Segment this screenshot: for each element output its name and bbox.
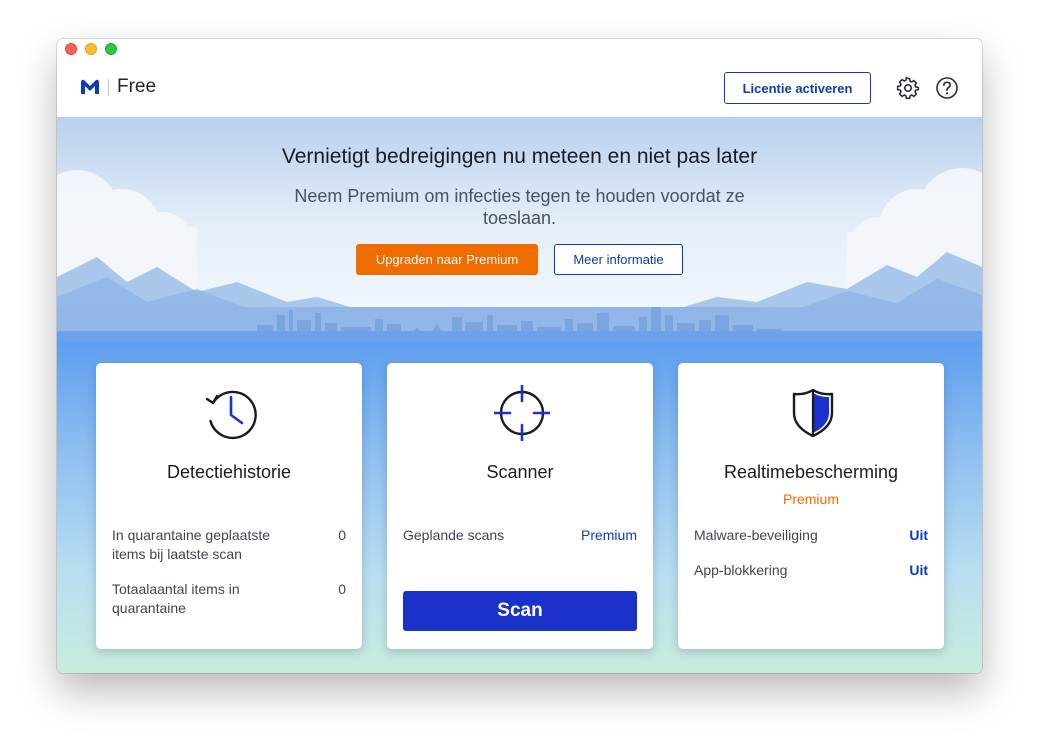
app-blocking-toggle[interactable]: Uit (909, 561, 928, 580)
row-value: 0 (338, 527, 346, 543)
upgrade-premium-button[interactable]: Upgraden naar Premium (356, 244, 538, 275)
scanner-title: Scanner (486, 462, 554, 482)
row-value: 0 (338, 581, 346, 597)
help-icon[interactable] (935, 76, 959, 100)
row-label: App-blokkering (694, 562, 788, 578)
window-minimize-button[interactable] (85, 43, 97, 55)
realtime-protection-title: Realtimebescherming (723, 462, 899, 482)
quarantine-total-row: Totaalaantal items in quarantaine 0 (112, 580, 346, 618)
scheduled-scans-row: Geplande scans Premium (403, 526, 637, 545)
scheduled-scans-premium-link[interactable]: Premium (581, 526, 637, 545)
app-window: Free Licentie activeren Vernietigt bedre… (57, 39, 982, 673)
quarantine-last-scan-row: In quarantaine geplaatste items bij laat… (112, 526, 346, 564)
promo-subtitle: Neem Premium om infecties tegen te houde… (294, 186, 745, 228)
row-label: Malware-beveiliging (694, 527, 818, 543)
promo-banner: Vernietigt bedreigingen nu meteen en nie… (57, 117, 982, 341)
scan-button[interactable]: Scan (403, 591, 637, 631)
malware-protection-row: Malware-beveiliging Uit (694, 526, 928, 545)
edition-label: Free (117, 76, 157, 97)
more-info-button[interactable]: Meer informatie (554, 244, 683, 275)
realtime-premium-label: Premium (782, 491, 839, 507)
realtime-protection-card[interactable]: Realtimebescherming Premium Malware-beve… (678, 363, 944, 649)
logo-separator (108, 79, 109, 95)
window-maximize-button[interactable] (105, 43, 117, 55)
shield-icon (792, 388, 834, 438)
app-blocking-row: App-blokkering Uit (694, 561, 928, 580)
detection-history-card[interactable]: Detectiehistorie In quarantaine geplaats… (96, 363, 362, 649)
detection-history-title: Detectiehistorie (166, 462, 292, 482)
crosshair-icon (494, 385, 550, 441)
gear-icon[interactable] (896, 76, 920, 100)
row-label: Totaalaantal items in quarantaine (112, 581, 240, 616)
row-label: In quarantaine geplaatste items bij laat… (112, 527, 271, 562)
malwarebytes-logo (81, 79, 99, 94)
malware-protection-toggle[interactable]: Uit (909, 526, 928, 545)
history-clock-icon (205, 390, 257, 440)
promo-headline: Vernietigt bedreigingen nu meteen en nie… (281, 145, 758, 168)
row-label: Geplande scans (403, 527, 505, 543)
scanner-card: Scanner Geplande scans Premium Scan (387, 363, 653, 649)
title-bar: Free Licentie activeren (57, 39, 982, 117)
activate-license-button[interactable]: Licentie activeren (724, 72, 871, 104)
window-close-button[interactable] (65, 43, 77, 55)
